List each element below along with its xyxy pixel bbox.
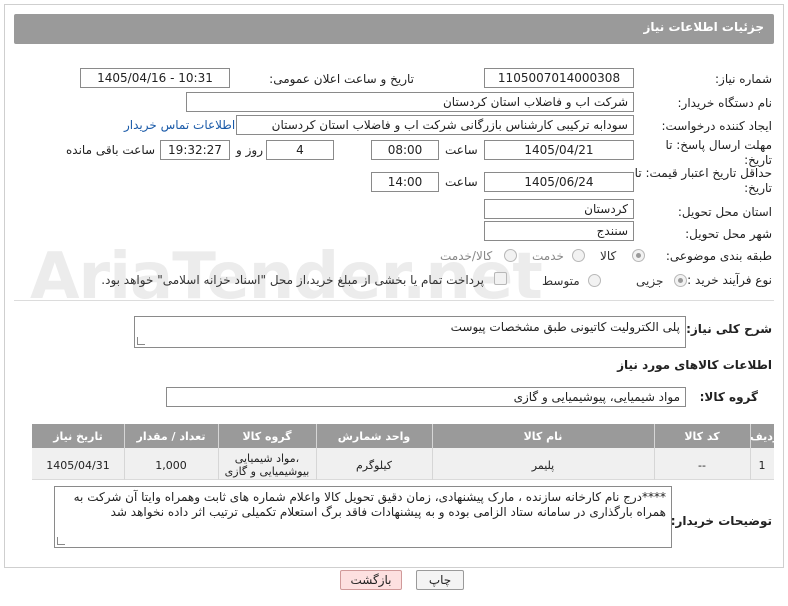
treasury-payment-note: پرداخت تمام یا بخشی از مبلغ خرید،از محل … xyxy=(101,273,484,287)
description-text: پلی الکترولیت کاتیونی طبق مشخصات پیوست xyxy=(450,320,680,334)
th-name: نام کالا xyxy=(523,430,563,443)
buyer-org-field: شرکت اب و فاضلاب استان کردستان xyxy=(186,92,634,112)
category-goods-label: کالا xyxy=(600,249,617,263)
goods-table: ردیف کد کالا نام کالا واحد شمارش گروه کا… xyxy=(32,424,780,480)
td-code: -- xyxy=(698,459,706,472)
price-time-field: 14:00 xyxy=(371,172,439,192)
reply-time-label: ساعت xyxy=(445,143,478,157)
price-validity-label: حداقل تاریخ اعتبار قیمت: تا تاریخ: xyxy=(634,166,772,195)
td-qty: 1,000 xyxy=(155,459,187,472)
col-divider xyxy=(316,424,317,480)
category-service-radio[interactable] xyxy=(572,249,585,262)
goods-group-field: مواد شیمیایی، پیوشیمیایی و گازی xyxy=(166,387,686,407)
td-row: 1 xyxy=(758,459,766,472)
td-date: 1405/04/31 xyxy=(46,459,110,472)
category-service-label: خدمت xyxy=(532,249,564,263)
buyer-notes-label: توضیحات خریدار: xyxy=(670,514,772,528)
city-label: شهر محل تحویل: xyxy=(685,227,772,241)
process-partial-label: جزیی xyxy=(636,274,664,288)
goods-info-title: اطلاعات کالاهای مورد نیاز xyxy=(617,358,772,372)
panel-title: جزئیات اطلاعات نیاز xyxy=(643,20,764,34)
td-group-line2: بیوشیمیایی و گازی xyxy=(224,465,310,478)
th-date: تاریخ نیاز xyxy=(53,430,103,443)
category-goods-service-label: کالا/خدمت xyxy=(440,249,493,263)
price-time-label: ساعت xyxy=(445,175,478,189)
buyer-contact-link[interactable]: اطلاعات تماس خریدار xyxy=(124,118,235,132)
col-divider xyxy=(432,424,433,480)
col-divider xyxy=(124,424,125,480)
th-row: ردیف xyxy=(750,430,780,443)
price-date-field: 1405/06/24 xyxy=(484,172,634,192)
description-field: پلی الکترولیت کاتیونی طبق مشخصات پیوست xyxy=(134,316,686,348)
remaining-time-label: ساعت باقی مانده xyxy=(66,143,156,157)
resize-handle-icon[interactable] xyxy=(137,337,145,345)
category-goods-radio[interactable] xyxy=(632,249,645,262)
print-button[interactable]: چاپ xyxy=(416,570,464,590)
td-group-line1: مواد شیمیایی، xyxy=(234,452,300,465)
need-number-field: 1105007014000308 xyxy=(484,68,634,88)
announce-datetime-label: تاریخ و ساعت اعلان عمومی: xyxy=(269,72,414,86)
td-name: پلیمر xyxy=(531,459,555,472)
buyer-notes-field: ****درج نام کارخانه سازنده ، مارک پیشنها… xyxy=(54,486,672,548)
treasury-payment-checkbox[interactable] xyxy=(494,272,507,285)
divider xyxy=(14,300,774,301)
need-number-label: شماره نیاز: xyxy=(715,72,772,86)
goods-group-label: گروه کالا: xyxy=(699,390,758,404)
category-label: طبقه بندی موضوعی: xyxy=(665,249,772,263)
th-qty: تعداد / مقدار xyxy=(136,430,206,443)
td-unit: کیلوگرم xyxy=(356,459,392,472)
requester-label: ایجاد کننده درخواست: xyxy=(661,119,772,133)
process-medium-radio[interactable] xyxy=(588,274,601,287)
days-label: روز و xyxy=(236,143,263,157)
col-divider xyxy=(750,424,751,480)
category-goods-service-radio[interactable] xyxy=(504,249,517,262)
province-label: استان محل تحویل: xyxy=(677,205,772,219)
description-label: شرح کلی نیاز: xyxy=(686,322,772,336)
reply-date-field: 1405/04/21 xyxy=(484,140,634,160)
panel-header: جزئیات اطلاعات نیاز xyxy=(14,14,774,44)
process-medium-label: متوسط xyxy=(542,274,580,288)
reply-time-field: 08:00 xyxy=(371,140,439,160)
process-partial-radio[interactable] xyxy=(674,274,687,287)
back-button[interactable]: بازگشت xyxy=(340,570,402,590)
col-divider xyxy=(218,424,219,480)
buyer-notes-text: ****درج نام کارخانه سازنده ، مارک پیشنها… xyxy=(73,490,666,519)
days-field: 4 xyxy=(266,140,334,160)
col-divider xyxy=(654,424,655,480)
buyer-org-label: نام دستگاه خریدار: xyxy=(677,96,773,110)
reply-deadline-label: مهلت ارسال پاسخ: تا تاریخ: xyxy=(665,138,772,167)
city-field: سنندج xyxy=(484,221,634,241)
requester-field: سودابه ترکیبی کارشناس بازرگانی شرکت اب و… xyxy=(236,115,634,135)
process-type-label: نوع فرآیند خرید : xyxy=(687,273,772,287)
announce-datetime-field: 1405/04/16 - 10:31 xyxy=(80,68,230,88)
th-code: کد کالا xyxy=(684,430,720,443)
th-unit: واحد شمارش xyxy=(337,430,411,443)
remaining-time-field: 19:32:27 xyxy=(160,140,230,160)
th-group: گروه کالا xyxy=(242,430,292,443)
resize-handle-icon[interactable] xyxy=(57,537,65,545)
province-field: کردستان xyxy=(484,199,634,219)
